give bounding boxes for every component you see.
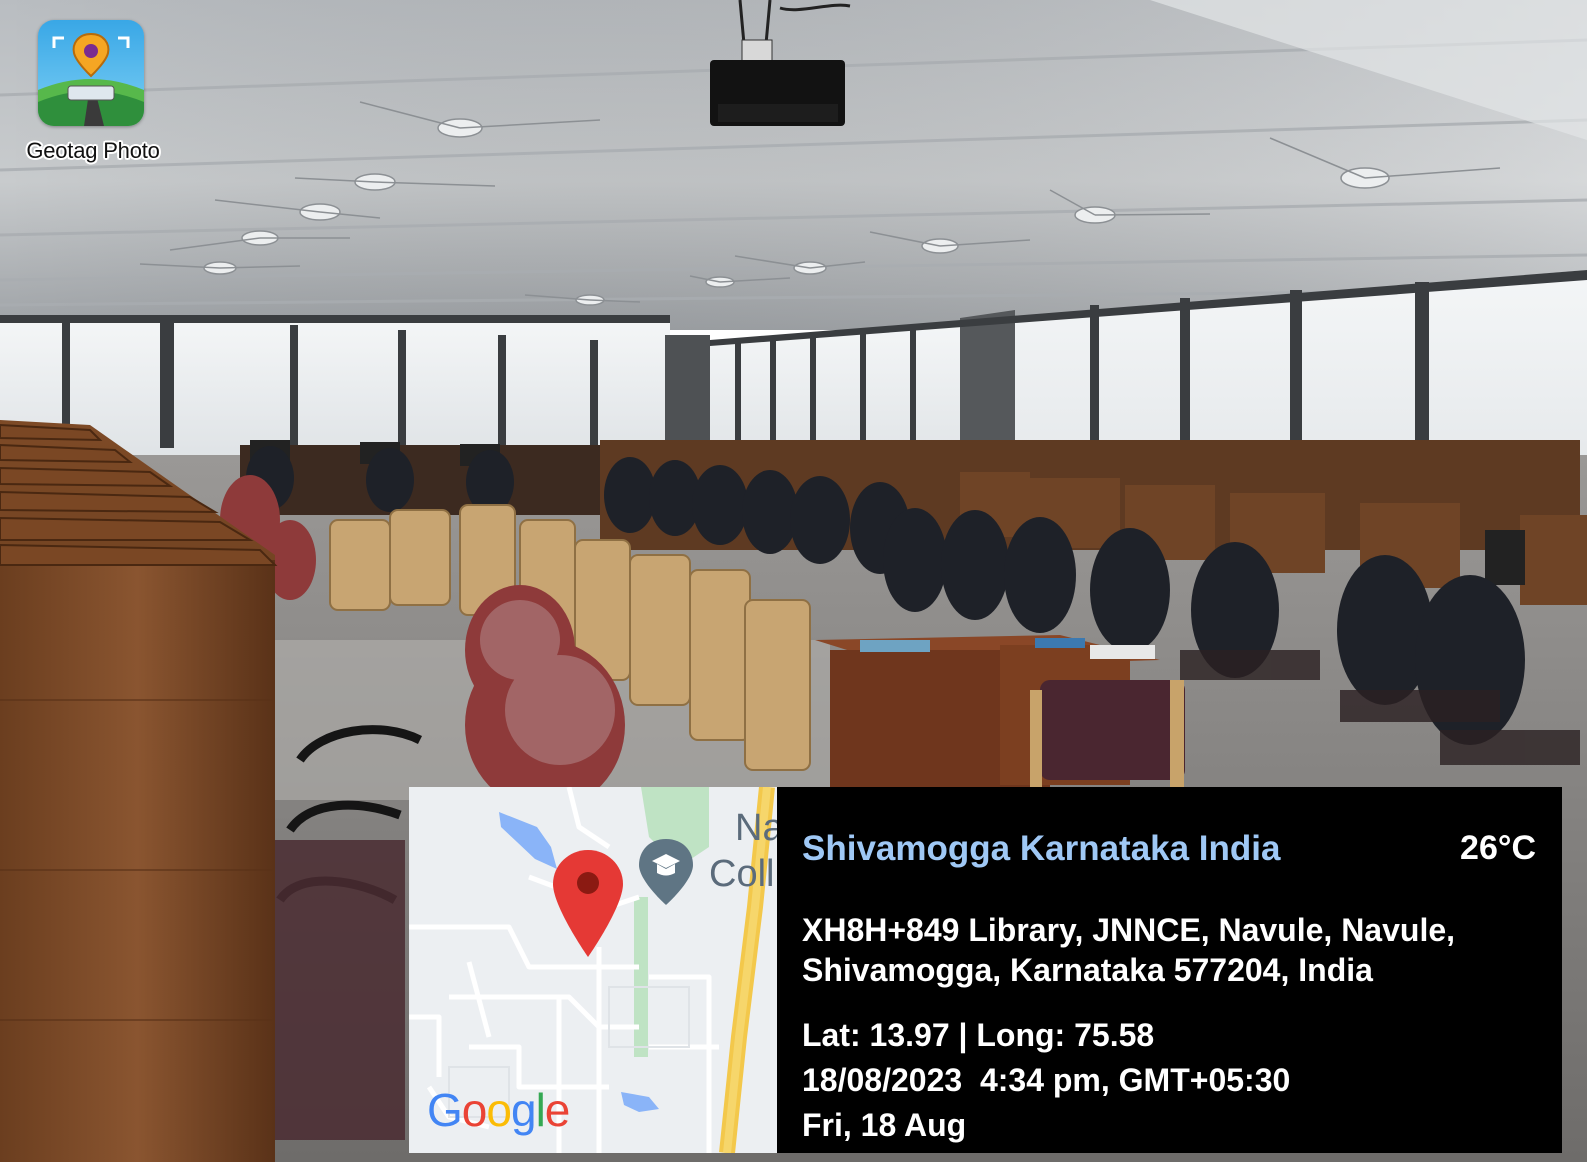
geotag-app-label: Geotag Photo	[26, 138, 160, 163]
address-line-1: XH8H+849 Library, JNNCE, Navule, Navule,	[802, 912, 1456, 948]
lat-long: Lat: 13.97 | Long: 75.58	[802, 1017, 1155, 1053]
address-line-2: Shivamogga, Karnataka 577204, India	[802, 952, 1373, 988]
temperature: 26°C	[1460, 829, 1536, 867]
map-label-coll: Coll	[709, 853, 775, 895]
address: XH8H+849 Library, JNNCE, Navule, Navule,…	[802, 910, 1522, 990]
day-date: Fri, 18 Aug	[802, 1107, 967, 1143]
geotag-photo-app-icon	[38, 20, 144, 126]
geotag-photo: Geotag Photo Na Coll Google Shivamogga K…	[0, 0, 1587, 1162]
location-title: Shivamogga Karnataka India	[802, 829, 1281, 868]
location-info-panel: Shivamogga Karnataka India 26°C XH8H+849…	[777, 787, 1562, 1153]
geotag-app-badge: Geotag Photo	[8, 18, 178, 168]
google-logo: Google	[427, 1084, 570, 1136]
map-thumbnail[interactable]: Na Coll Google	[409, 787, 777, 1153]
date-time: 18/08/2023 4:34 pm, GMT+05:30	[802, 1062, 1291, 1098]
map-label-na: Na	[735, 807, 777, 849]
